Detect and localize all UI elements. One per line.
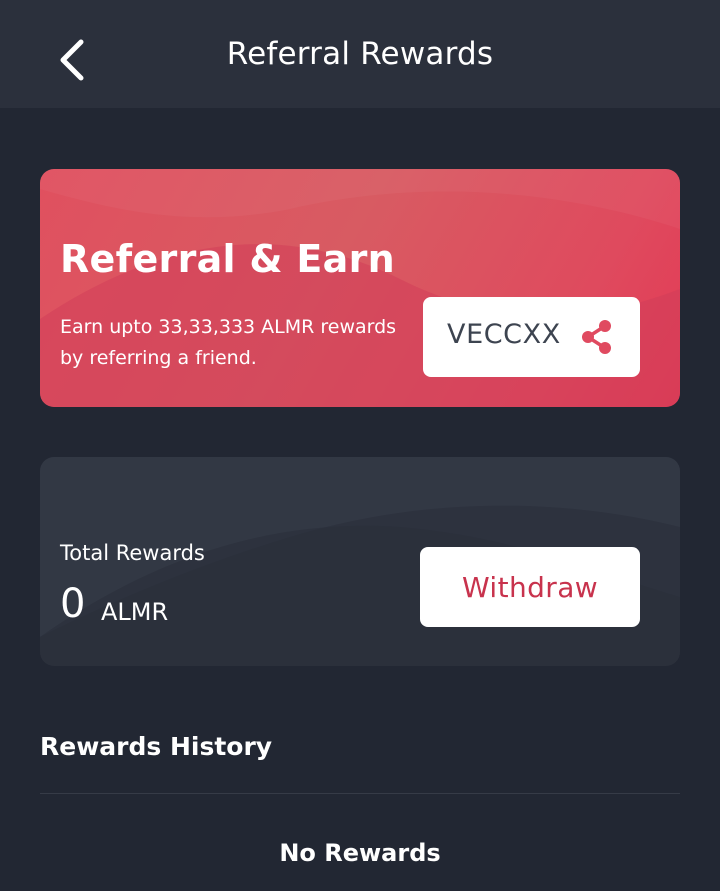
total-rewards-card: Total Rewards 0 ALMR Withdraw	[40, 457, 680, 666]
total-rewards-amount: 0	[60, 581, 86, 627]
page-title: Referral Rewards	[226, 36, 494, 72]
referral-code-share-button[interactable]: VECCXX	[423, 297, 640, 377]
referral-description: Earn upto 33,33,333 ALMR rewards by refe…	[60, 316, 397, 369]
top-app-bar: Referral Rewards	[0, 0, 720, 108]
referral-code: VECCXX	[447, 319, 561, 350]
referral-card: Referral & Earn Earn upto 33,33,333 ALMR…	[40, 169, 680, 407]
total-rewards-label: Total Rewards	[60, 541, 205, 565]
referral-heading: Referral & Earn	[60, 237, 395, 281]
rewards-history-title: Rewards History	[40, 732, 273, 761]
share-icon[interactable]	[579, 319, 615, 355]
divider	[40, 793, 680, 794]
empty-state-text: No Rewards	[279, 839, 441, 867]
withdraw-button[interactable]: Withdraw	[420, 547, 640, 627]
total-rewards-unit: ALMR	[101, 598, 169, 626]
